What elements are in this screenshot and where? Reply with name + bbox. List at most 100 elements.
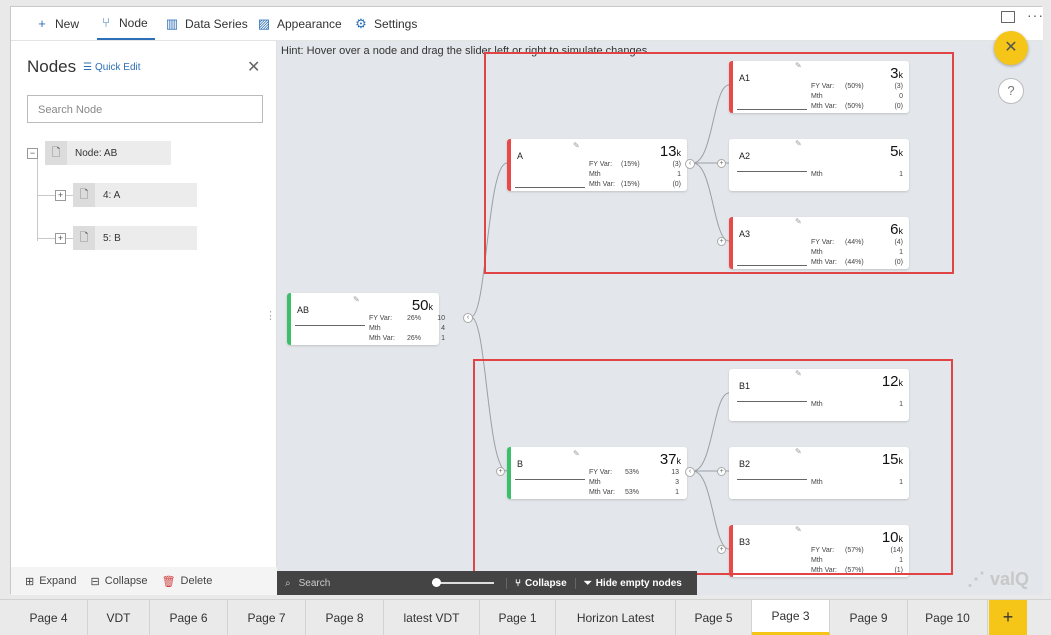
- tab-page-10[interactable]: Page 10: [908, 600, 988, 635]
- tab-page-5[interactable]: Page 5: [676, 600, 752, 635]
- row-label: Mth Var:: [369, 335, 395, 342]
- row-label: Mth: [369, 325, 381, 332]
- search-icon: ⌕: [285, 577, 291, 589]
- tree-expand-toggle[interactable]: +: [55, 233, 66, 244]
- collapse-all-label: Collapse: [525, 577, 567, 589]
- appearance-label: Appearance: [277, 16, 342, 31]
- tab-page-6[interactable]: Page 6: [150, 600, 228, 635]
- collapse-label: Collapse: [104, 575, 148, 587]
- more-options-icon[interactable]: ···: [1027, 7, 1044, 23]
- slider-knob[interactable]: [432, 578, 441, 587]
- tree-connector: [37, 155, 38, 241]
- trash-icon: 🗑: [161, 575, 176, 588]
- tab-horizon-latest[interactable]: Horizon Latest: [556, 600, 676, 635]
- visual-frame: + New ⑂ Node ▥ Data Series ▨ Appearance …: [10, 6, 1043, 595]
- tab-page-4[interactable]: Page 4: [10, 600, 88, 635]
- canvas-search[interactable]: ⌕ Search: [285, 578, 430, 589]
- panel-actions: ⊞ Expand ⊟ Collapse 🗑 Delete: [11, 567, 277, 595]
- row-num: 1: [441, 335, 445, 342]
- tab-node[interactable]: ⑂ Node: [97, 7, 155, 40]
- tree-item-label: 4: A: [103, 189, 121, 201]
- search-node-input[interactable]: Search Node: [27, 95, 263, 123]
- tree-item-a[interactable]: 🗋 4: A: [73, 183, 197, 207]
- tab-page-3[interactable]: Page 3: [752, 600, 830, 635]
- quick-edit-link[interactable]: ☰ Quick Edit: [83, 62, 141, 73]
- node-value-unit: k: [428, 302, 434, 312]
- node-ab[interactable]: AB ✎ 50k FY Var: 26% 10 Mth 4 Mth Var: 2…: [287, 293, 445, 345]
- pencil-icon[interactable]: ✎: [353, 295, 360, 304]
- toolbar: + New ⑂ Node ▥ Data Series ▨ Appearance …: [11, 7, 1043, 40]
- row-pct: 26%: [407, 315, 422, 322]
- expand-icon: ⊞: [25, 575, 35, 588]
- document-icon: 🗋: [45, 141, 67, 165]
- data-series-label: Data Series: [185, 16, 248, 31]
- tab-page-1[interactable]: Page 1: [480, 600, 556, 635]
- collapse-tree-icon: ⑂: [515, 577, 521, 589]
- expand-label: Expand: [39, 575, 77, 587]
- collapse-all-button[interactable]: ⑂ Collapse: [506, 577, 575, 589]
- highlight-box-a: [484, 52, 954, 274]
- nodes-panel: Nodes ☰ Quick Edit ✕ Search Node − 🗋 Nod…: [11, 41, 287, 595]
- tab-page-8[interactable]: Page 8: [306, 600, 384, 635]
- focus-mode-icon[interactable]: [1001, 11, 1015, 23]
- plus-icon: +: [38, 15, 46, 31]
- new-label: New: [55, 16, 80, 31]
- tab-page-9[interactable]: Page 9: [830, 600, 908, 635]
- document-icon: 🗋: [73, 183, 95, 207]
- expand-button[interactable]: ⊞ Expand: [25, 575, 77, 588]
- search-label: Search: [298, 577, 331, 589]
- tree-collapse-toggle[interactable]: −: [27, 148, 38, 159]
- tree-item-label: 5: B: [103, 232, 121, 244]
- tree-item-label: Node: AB: [75, 147, 118, 159]
- close-fab-button[interactable]: ✕: [994, 31, 1028, 65]
- page-tabs: Page 4 VDT Page 6 Page 7 Page 8 latest V…: [0, 599, 1051, 635]
- tree-expand-toggle[interactable]: +: [55, 190, 66, 201]
- quick-edit-label: Quick Edit: [94, 62, 141, 73]
- sparkline: [295, 325, 365, 326]
- zoom-slider[interactable]: [432, 578, 494, 587]
- node-value: 50k: [412, 297, 433, 314]
- node-name: AB: [297, 305, 310, 315]
- hide-empty-nodes-button[interactable]: ⏷ Hide empty nodes: [574, 577, 690, 589]
- valq-logo: ⋰ valQ: [967, 569, 1029, 590]
- node-status-bar: [287, 293, 291, 345]
- tree-item-b[interactable]: 🗋 5: B: [73, 226, 197, 250]
- delete-label: Delete: [180, 575, 213, 587]
- filter-icon: ⏷: [583, 577, 592, 589]
- new-button[interactable]: + New: [35, 7, 79, 40]
- node-value-number: 50: [411, 297, 429, 314]
- row-num: 10: [437, 315, 445, 322]
- bar-chart-icon: ▥: [165, 15, 179, 31]
- gear-icon: ⚙: [355, 15, 367, 31]
- help-button[interactable]: ?: [998, 78, 1024, 104]
- document-icon: 🗋: [73, 226, 95, 250]
- tree-canvas: Hint: Hover over a node and drag the sli…: [277, 41, 1043, 595]
- settings-label: Settings: [374, 16, 418, 31]
- edit-list-icon: ☰: [83, 62, 92, 73]
- tab-vdt[interactable]: VDT: [88, 600, 150, 635]
- tab-appearance[interactable]: ▨ Appearance: [257, 7, 342, 40]
- highlight-box-b: [473, 359, 953, 575]
- share-graph-icon: ⋰: [967, 569, 985, 589]
- image-icon: ▨: [257, 15, 271, 31]
- node-tree-icon: ⑂: [102, 14, 110, 30]
- tab-settings[interactable]: ⚙ Settings: [354, 7, 417, 40]
- collapse-button[interactable]: ⊟ Collapse: [91, 575, 148, 588]
- row-pct: 26%: [407, 335, 422, 342]
- add-page-button[interactable]: +: [989, 600, 1027, 635]
- logo-text: valQ: [990, 569, 1030, 589]
- row-num: 4: [441, 325, 445, 332]
- node-label: Node: [119, 15, 148, 30]
- delete-button[interactable]: 🗑 Delete: [162, 575, 213, 588]
- row-label: FY Var:: [369, 315, 393, 322]
- tree-item-ab[interactable]: 🗋 Node: AB: [45, 141, 171, 165]
- tab-data-series[interactable]: ▥ Data Series: [165, 7, 248, 40]
- collapse-icon: ⊟: [90, 575, 100, 588]
- collapse-chevron-icon[interactable]: ‹: [463, 313, 473, 323]
- tab-page-7[interactable]: Page 7: [228, 600, 306, 635]
- hide-empty-label: Hide empty nodes: [595, 577, 682, 589]
- panel-title: Nodes: [27, 57, 77, 76]
- tab-latest-vdt[interactable]: latest VDT: [384, 600, 480, 635]
- close-icon[interactable]: ✕: [247, 57, 260, 77]
- canvas-bottom-bar: ⌕ Search ⑂ Collapse ⏷ Hide empty nodes: [277, 571, 697, 595]
